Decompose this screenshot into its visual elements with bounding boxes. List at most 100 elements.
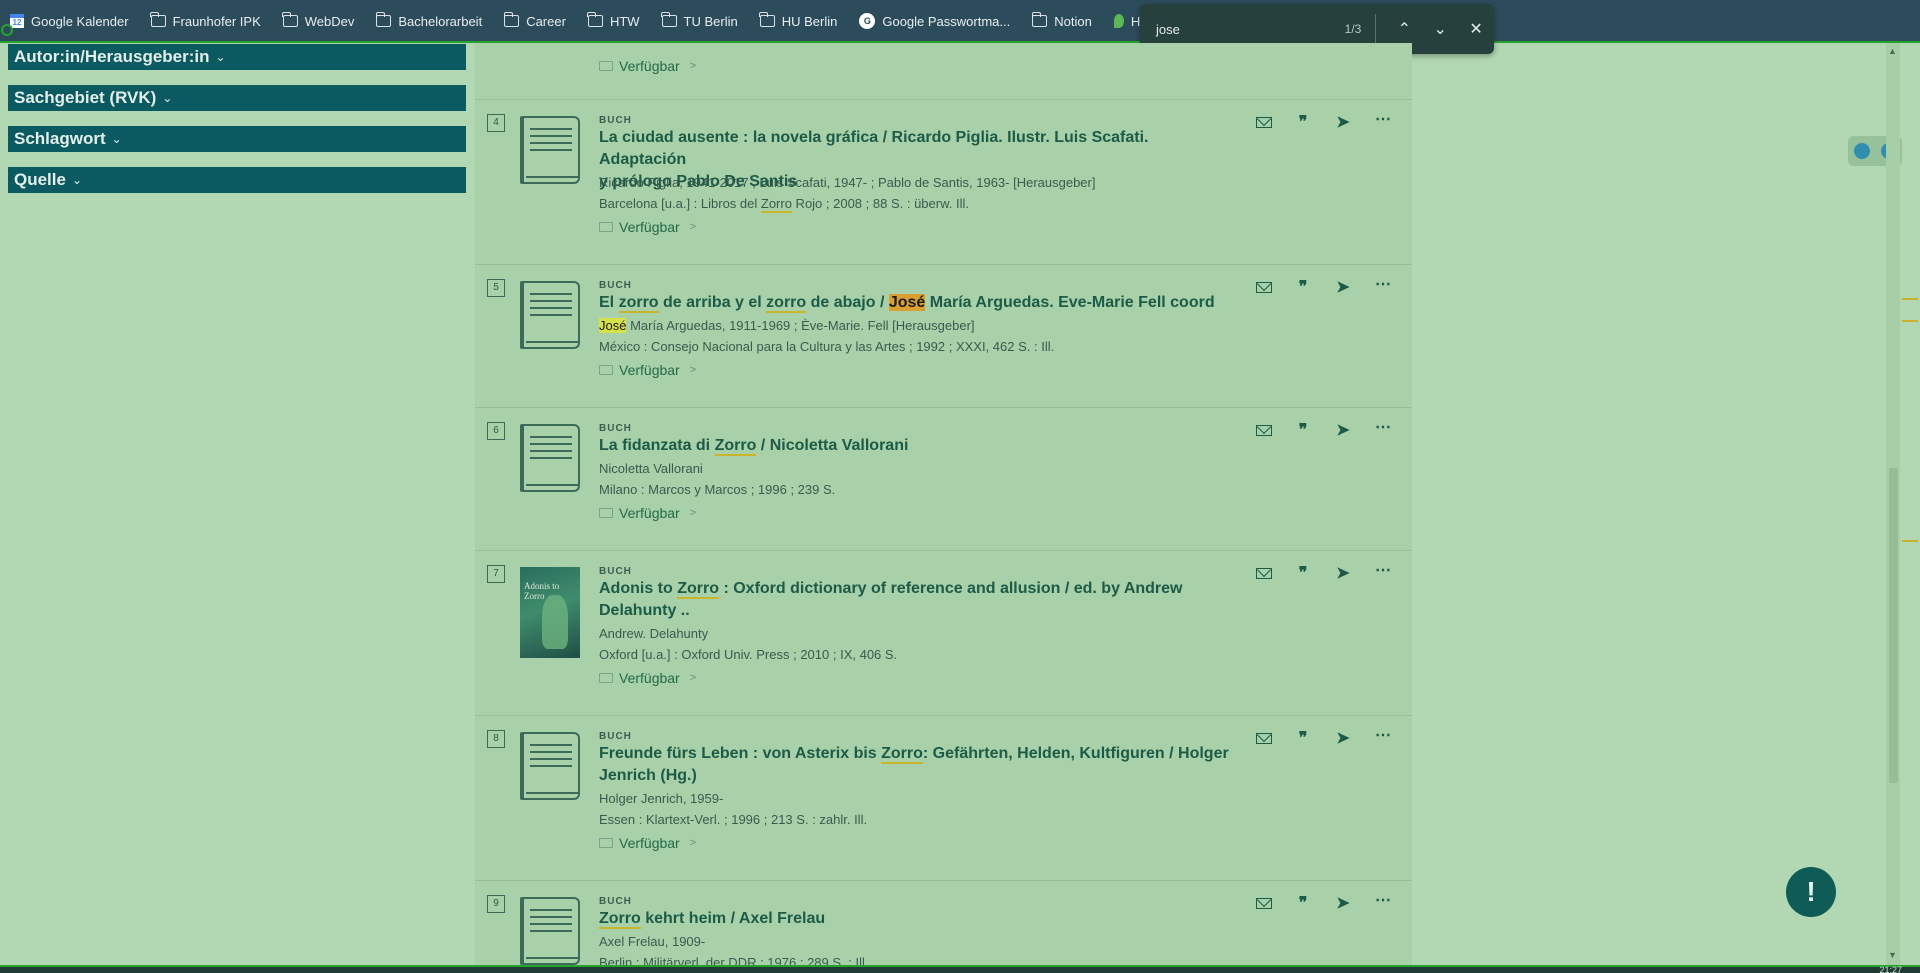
availability-link[interactable]: Verfügbar > (599, 835, 696, 851)
result-title[interactable]: Zorro kehrt heim / Axel Frelau (599, 908, 1229, 930)
scroll-down-arrow[interactable]: ▼ (1888, 950, 1897, 960)
result-number: 4 (487, 114, 505, 132)
folder-icon (150, 12, 166, 27)
quote-icon: ❞ (1298, 279, 1308, 296)
bookmark-notion[interactable]: Notion (1031, 12, 1092, 29)
pin-icon: ➤ (1336, 895, 1350, 912)
result-title[interactable]: Freunde fürs Leben : von Asterix bis Zor… (599, 743, 1229, 787)
bookmarks-bar: 12 Google Kalender Fraunhofer IPK WebDev … (0, 0, 1920, 42)
chevron-down-icon: ⌄ (71, 173, 83, 187)
email-button[interactable] (1252, 562, 1276, 584)
availability-link[interactable]: Verfügbar > (599, 670, 696, 686)
pin-button[interactable]: ➤ (1331, 892, 1355, 914)
more-button[interactable]: ⋯ (1371, 108, 1395, 130)
taskbar: 21:27 (0, 965, 1920, 973)
results-list: Verfügbar > 4 BUCH La ciudad ausente : la… (475, 43, 1412, 965)
more-icon: ⋯ (1375, 419, 1391, 436)
bookmark-hu-berlin[interactable]: HU Berlin (759, 12, 837, 29)
facet-subject-rvk[interactable]: Sachgebiet (RVK) ⌄ (8, 85, 466, 111)
result-title[interactable]: El zorro de arriba y el zorro de abajo /… (599, 292, 1229, 314)
bookmark-webdev[interactable]: WebDev (282, 12, 354, 29)
cite-button[interactable]: ❞ (1291, 111, 1315, 133)
close-icon[interactable]: ✕ (1458, 13, 1494, 45)
folder-icon (503, 12, 520, 27)
extension-icon[interactable] (1, 24, 13, 36)
bookmark-google-kalender[interactable]: 12 Google Kalender (10, 14, 129, 29)
media-type: BUCH (599, 423, 632, 434)
more-button[interactable]: ⋯ (1371, 416, 1395, 438)
search-match: Zorro (714, 437, 757, 456)
availability-link[interactable]: Verfügbar > (599, 505, 696, 521)
result-authors: Ricardo Piglia, 1941-2017 ; Luis Scafati… (599, 175, 1096, 190)
email-button[interactable] (1252, 276, 1276, 298)
result-number: 9 (487, 895, 505, 913)
media-type: BUCH (599, 896, 632, 907)
result-authors: José María Arguedas, 1911-1969 ; Ève-Mar… (599, 318, 975, 333)
pin-button[interactable]: ➤ (1331, 727, 1355, 749)
bookmark-fraunhofer-ipk[interactable]: Fraunhofer IPK (150, 12, 261, 29)
email-button[interactable] (1252, 419, 1276, 441)
result-number: 7 (487, 565, 505, 583)
scrollbar-thumb[interactable] (1889, 468, 1898, 783)
email-button[interactable] (1252, 111, 1276, 133)
find-match-marker (1902, 320, 1918, 322)
feedback-button[interactable]: ! (1786, 867, 1836, 917)
email-button[interactable] (1252, 727, 1276, 749)
translate-icon[interactable] (1853, 143, 1870, 159)
result-number: 8 (487, 730, 505, 748)
result-item: 4 BUCH La ciudad ausente : la novela grá… (475, 99, 1412, 264)
book-open-icon (599, 838, 613, 848)
facet-keyword[interactable]: Schlagwort ⌄ (8, 126, 466, 152)
find-input[interactable]: jose (1156, 22, 1325, 37)
media-type: BUCH (599, 566, 632, 577)
chevron-right-icon: > (689, 672, 697, 684)
book-cover-image[interactable]: Adonis to Zorro (520, 567, 580, 658)
search-match: Zorro (760, 196, 792, 213)
email-button[interactable] (1252, 892, 1276, 914)
facet-author[interactable]: Autor:in/Herausgeber:in ⌄ (8, 44, 466, 70)
result-title[interactable]: Adonis to Zorro : Oxford dictionary of r… (599, 578, 1229, 622)
book-icon (520, 732, 580, 800)
find-divider (1375, 14, 1377, 44)
more-button[interactable]: ⋯ (1371, 273, 1395, 295)
chevron-right-icon: > (689, 221, 697, 233)
bookmark-career[interactable]: Career (503, 12, 566, 29)
cite-button[interactable]: ❞ (1291, 562, 1315, 584)
pin-button[interactable]: ➤ (1331, 111, 1355, 133)
mail-icon (1256, 281, 1272, 293)
availability-link[interactable]: Verfügbar > (599, 58, 696, 74)
bookmark-htw[interactable]: HTW (587, 12, 640, 29)
result-number: 5 (487, 279, 505, 297)
more-icon: ⋯ (1375, 562, 1391, 579)
search-match: Zorro (677, 580, 719, 599)
cite-button[interactable]: ❞ (1291, 727, 1315, 749)
more-button[interactable]: ⋯ (1371, 559, 1395, 581)
more-button[interactable]: ⋯ (1371, 889, 1395, 911)
pin-button[interactable]: ➤ (1331, 419, 1355, 441)
facet-source[interactable]: Quelle ⌄ (8, 167, 466, 193)
chevron-down-icon[interactable]: ⌄ (1422, 13, 1458, 45)
more-button[interactable]: ⋯ (1371, 724, 1395, 746)
cite-button[interactable]: ❞ (1291, 276, 1315, 298)
quote-icon: ❞ (1298, 422, 1308, 439)
find-match-count: 1/3 (1344, 22, 1362, 36)
bookmark-bachelorarbeit[interactable]: Bachelorarbeit (375, 12, 482, 29)
bookmark-tu-berlin[interactable]: TU Berlin (661, 12, 738, 29)
search-match: Zorro (599, 910, 641, 929)
pin-button[interactable]: ➤ (1331, 276, 1355, 298)
cite-button[interactable]: ❞ (1291, 892, 1315, 914)
availability-link[interactable]: Verfügbar > (599, 362, 696, 378)
search-match: José (599, 318, 627, 333)
chevron-down-icon: ⌄ (162, 91, 173, 105)
result-number: 6 (487, 422, 505, 440)
chevron-right-icon: > (689, 60, 697, 72)
scroll-up-arrow[interactable]: ▲ (1888, 46, 1897, 56)
cite-button[interactable]: ❞ (1291, 419, 1315, 441)
bookmark-google-passwort[interactable]: G Google Passwortma... (859, 13, 1010, 29)
result-title[interactable]: La fidanzata di Zorro / Nicoletta Vallor… (599, 435, 1229, 457)
mail-icon (1256, 116, 1272, 128)
availability-link[interactable]: Verfügbar > (599, 219, 696, 235)
pin-button[interactable]: ➤ (1331, 562, 1355, 584)
result-authors: Axel Frelau, 1909- (599, 934, 706, 949)
chevron-up-icon[interactable]: ⌃ (1386, 13, 1422, 45)
